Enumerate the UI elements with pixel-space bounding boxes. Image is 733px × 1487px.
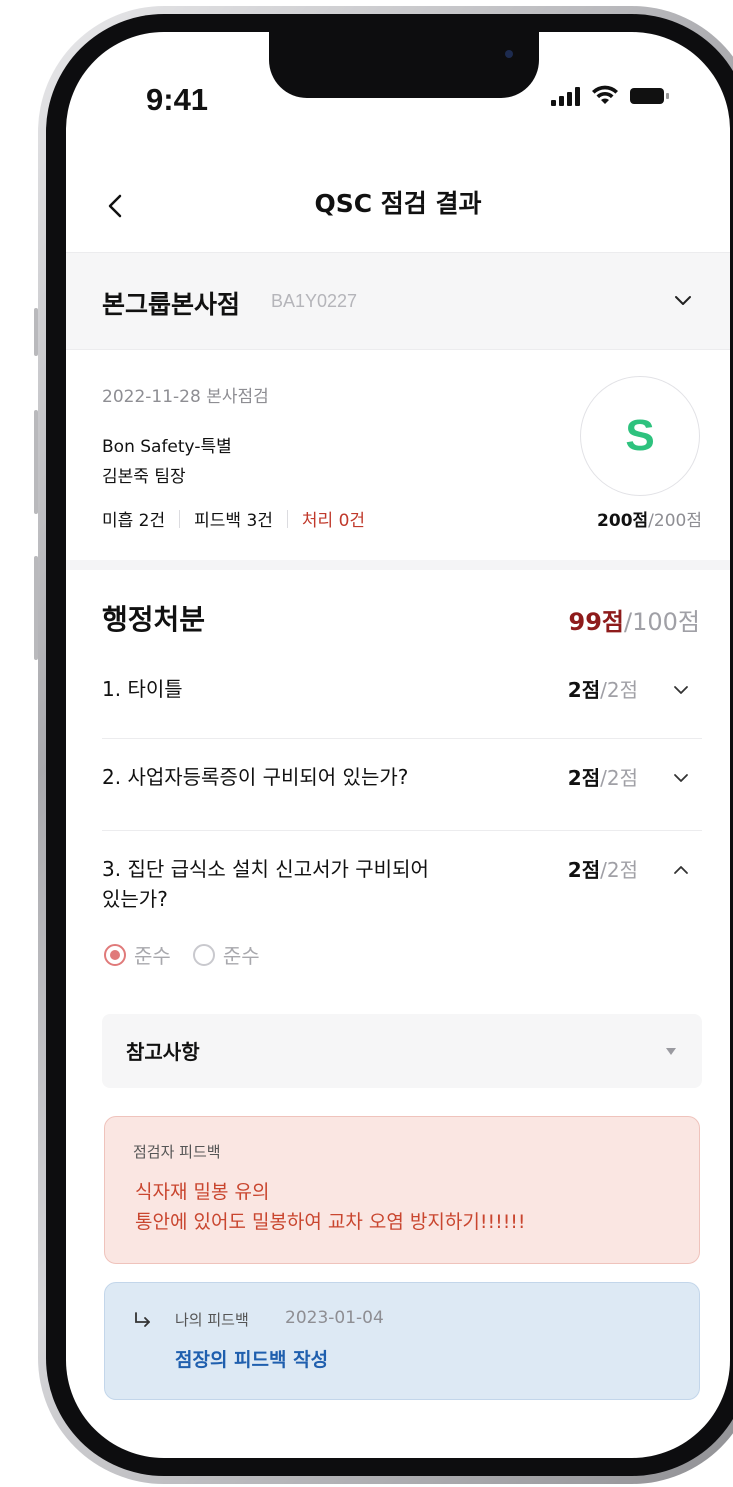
signal-icon — [551, 86, 580, 106]
item-score: 2점/2점 — [568, 854, 638, 883]
inspection-program: Bon Safety-특별 — [102, 437, 232, 457]
store-name: 본그룹본사점 — [102, 290, 241, 319]
inspection-counts: 미흡 2건 피드백 3건 처리 0건 — [102, 506, 365, 531]
radio-compliant-alt[interactable]: 준수 — [192, 940, 260, 969]
chevron-down-icon[interactable] — [672, 681, 690, 699]
divider — [102, 830, 702, 831]
item-score-value: 2점 — [567, 678, 601, 702]
radio-unselected-icon[interactable] — [192, 943, 215, 966]
insufficient-count: 미흡 2건 — [102, 511, 166, 531]
total-score-max: /200점 — [648, 511, 702, 531]
caret-down-icon[interactable] — [666, 1048, 676, 1055]
page-title: QSC 점검 결과 — [314, 189, 482, 218]
item-score-max: /2점 — [600, 766, 638, 790]
feedback-count: 피드백 3건 — [194, 511, 273, 531]
my-feedback-card[interactable]: 나의 피드백 2023-01-04 점장의 피드백 작성 — [104, 1282, 700, 1400]
reference-dropdown[interactable]: 참고사항 — [102, 1014, 702, 1088]
inspector-feedback-card: 점검자 피드백 식자재 밀봉 유의 통안에 있어도 밀봉하여 교차 오염 방지하… — [104, 1116, 700, 1264]
total-score-value: 200점 — [597, 511, 649, 531]
radio-label: 준수 — [222, 944, 260, 968]
my-feedback-date: 2023-01-04 — [285, 1308, 384, 1328]
grade-letter: S — [625, 411, 655, 460]
divider — [286, 509, 288, 528]
item-score-max: /2점 — [600, 858, 638, 882]
section-score-max: /100점 — [624, 608, 700, 636]
item-score-value: 2점 — [567, 858, 601, 882]
divider — [179, 509, 181, 528]
grade-badge: S — [580, 376, 700, 496]
item-score: 2점/2점 — [568, 674, 638, 703]
inspection-summary: 2022-11-28 본사점검 Bon Safety-특별 김본죽 팀장 미흡 … — [66, 348, 730, 570]
checklist-item-2[interactable]: 2. 사업자등록증이 구비되어 있는가? 2점/2점 — [102, 758, 702, 798]
my-feedback-text: 점장의 피드백 작성 — [175, 1349, 329, 1371]
inspection-date: 2022-11-28 본사점검 — [102, 387, 269, 407]
inspector-name: 김본죽 팀장 — [102, 467, 186, 487]
section-title: 행정처분 — [102, 603, 206, 636]
store-selector[interactable]: 본그룹본사점 BA1Y0227 — [66, 252, 730, 350]
status-time: 9:41 — [146, 82, 209, 117]
section-score-value: 99점 — [568, 608, 625, 636]
compliance-radio-group: 준수 준수 — [104, 940, 260, 969]
reply-arrow-icon — [135, 1312, 150, 1327]
chevron-down-icon[interactable] — [672, 289, 694, 311]
radio-label: 준수 — [134, 944, 171, 968]
item-title-line: 있는가? — [102, 887, 168, 911]
notch — [269, 32, 539, 98]
camera-icon — [505, 50, 513, 58]
item-title: 2. 사업자등록증이 구비되어 있는가? — [102, 765, 409, 789]
item-score-max: /2점 — [600, 678, 638, 702]
item-title-line: 3. 집단 급식소 설치 신고서가 구비되어 — [102, 857, 429, 881]
inspector-feedback-label: 점검자 피드백 — [133, 1143, 221, 1161]
checklist-item-3[interactable]: 3. 집단 급식소 설치 신고서가 구비되어 있는가? 2점/2점 — [102, 850, 702, 920]
screen: 9:41 QSC 점검 결과 본그룹본사점 BA1Y0227 2022-11-2… — [66, 32, 730, 1458]
status-icons — [551, 84, 669, 106]
chevron-up-icon[interactable] — [672, 861, 690, 879]
inspector-feedback-line: 식자재 밀봉 유의 — [135, 1181, 270, 1203]
section-score: 99점/100점 — [569, 602, 700, 637]
item-title: 3. 집단 급식소 설치 신고서가 구비되어 있는가? — [102, 854, 429, 914]
my-feedback-label: 나의 피드백 — [175, 1311, 249, 1329]
inspector-feedback-line: 통안에 있어도 밀봉하여 교차 오염 방지하기!!!!!! — [135, 1211, 526, 1233]
store-code: BA1Y0227 — [271, 291, 358, 311]
nav-header: QSC 점검 결과 — [66, 162, 730, 250]
checklist-item-1[interactable]: 1. 타이틀 2점/2점 — [102, 670, 702, 710]
phone-mockup: 9:41 QSC 점검 결과 본그룹본사점 BA1Y0227 2022-11-2… — [0, 0, 733, 1487]
item-title: 1. 타이틀 — [102, 677, 183, 701]
processed-count: 처리 0건 — [301, 511, 366, 531]
radio-selected-icon[interactable] — [104, 943, 126, 966]
total-score: 200점/200점 — [597, 506, 702, 531]
wifi-icon — [592, 85, 618, 104]
battery-icon — [630, 88, 669, 104]
divider — [102, 738, 702, 739]
chevron-down-icon[interactable] — [672, 769, 690, 787]
reference-label: 참고사항 — [126, 1040, 200, 1064]
item-score: 2점/2점 — [568, 762, 638, 791]
radio-compliant[interactable]: 준수 — [104, 940, 171, 969]
item-score-value: 2점 — [567, 766, 601, 790]
